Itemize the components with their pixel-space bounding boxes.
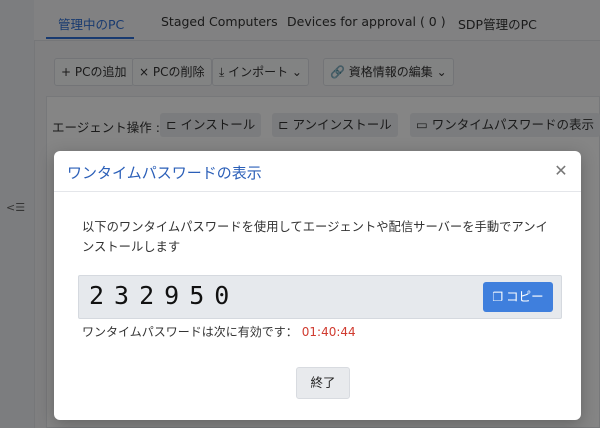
dialog-description: 以下のワンタイムパスワードを使用してエージェントや配信サーバーを手動でアンインス… (82, 220, 548, 254)
validity-time: 01:40:44 (301, 325, 356, 339)
close-dialog-button[interactable]: 終了 (296, 367, 350, 399)
copy-button[interactable]: ❐ コピー (483, 282, 553, 312)
otp-code: 232950 (89, 281, 240, 310)
dialog-title: ワンタイムパスワードの表示 (67, 164, 262, 182)
close-icon[interactable]: ✕ (551, 161, 571, 181)
otp-validity: ワンタイムパスワードは次に有効です： 01:40:44 (82, 323, 356, 340)
dialog-header: ワンタイムパスワードの表示 ✕ (54, 151, 581, 192)
validity-label: ワンタイムパスワードは次に有効です： (82, 325, 298, 339)
copy-icon: ❐ (492, 290, 504, 304)
otp-display: 232950 ❐ コピー (78, 275, 562, 319)
otp-dialog: ワンタイムパスワードの表示 ✕ 以下のワンタイムパスワードを使用してエージェント… (54, 151, 581, 420)
copy-button-label: コピー (506, 289, 544, 304)
